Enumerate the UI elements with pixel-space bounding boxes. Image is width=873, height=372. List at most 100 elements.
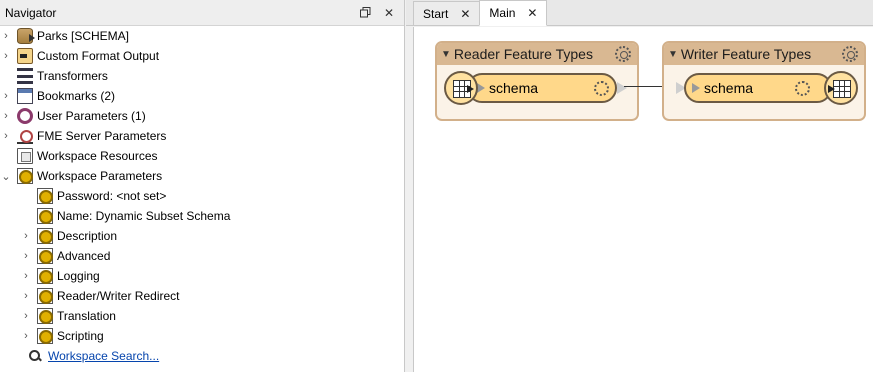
bookmark-header[interactable]: ▼ Reader Feature Types [437,43,637,65]
custom-format-icon [17,48,33,64]
chevron-right-icon[interactable]: › [20,246,32,266]
restore-icon[interactable] [356,4,374,22]
tree-item-parks-schema[interactable]: › Parks [SCHEMA] [0,26,404,46]
chevron-right-icon[interactable]: › [20,266,32,286]
document-tabs: Start ✕ Main ✕ [406,0,873,26]
chevron-right-icon[interactable]: › [20,286,32,306]
tree-item-label: Advanced [57,249,111,263]
workspace-parameter-icon [37,208,53,224]
tree-item-label: Transformers [37,69,108,83]
writer-feature-type-node[interactable]: schema [684,73,832,103]
bookmark-title: Reader Feature Types [453,46,593,62]
writer-icon[interactable] [824,71,858,105]
bookmark-icon [17,88,33,104]
tab-start[interactable]: Start ✕ [413,1,481,25]
tab-main[interactable]: Main ✕ [479,0,548,26]
tab-close-button[interactable]: ✕ [460,7,470,21]
tree-item-label: Custom Format Output [37,49,160,63]
tree-item-scripting[interactable]: › Scripting [0,326,404,346]
tree-item-label: Translation [57,309,116,323]
workspace-parameter-icon [37,268,53,284]
reader-icon[interactable] [444,71,478,105]
tree-item-password[interactable]: Password: <not set> [0,186,404,206]
chevron-right-icon[interactable]: › [0,106,12,126]
gear-icon[interactable] [795,80,810,96]
gear-icon[interactable] [594,80,609,96]
chevron-right-icon[interactable]: › [0,46,12,66]
tab-label: Main [489,6,516,20]
collapse-triangle-icon[interactable]: ▼ [441,49,451,60]
writer-feature-types-bookmark[interactable]: ▼ Writer Feature Types schema [662,41,866,121]
navigator-title: Navigator [5,5,57,20]
workspace-search-row[interactable]: Workspace Search... [0,346,404,366]
tree-item-label: Password: <not set> [57,189,167,203]
tree-item-logging[interactable]: › Logging [0,266,404,286]
resources-icon [17,148,33,164]
chevron-down-icon[interactable]: ⌄ [0,166,12,186]
tree-item-label: Reader/Writer Redirect [57,289,180,303]
chevron-right-icon[interactable]: › [0,86,12,106]
tree-item-custom-format-output[interactable]: › Custom Format Output [0,46,404,66]
reader-feature-type-node[interactable]: schema [467,73,617,103]
workspace-parameter-icon [17,168,33,184]
tree-item-workspace-parameters[interactable]: ⌄ Workspace Parameters [0,166,404,186]
tree-item-label: Logging [57,269,100,283]
tree-item-description[interactable]: › Description [0,226,404,246]
workspace-parameter-icon [37,188,53,204]
tree-item-label: Workspace Parameters [37,169,163,183]
tree-item-fme-server-parameters[interactable]: › FME Server Parameters [0,126,404,146]
main-area: Start ✕ Main ✕ ▼ Reader Feature Types sc… [406,0,873,372]
feature-type-name: schema [489,80,539,96]
chevron-right-icon[interactable]: › [0,126,12,146]
input-port-icon [692,83,700,93]
tree-item-label: Description [57,229,118,243]
tree-item-name[interactable]: Name: Dynamic Subset Schema [0,206,404,226]
gear-icon [17,108,33,124]
tree-item-workspace-resources[interactable]: Workspace Resources [0,146,404,166]
tree-item-label: Workspace Resources [37,149,158,163]
navigator-header: Navigator ✕ [0,0,404,26]
gear-icon[interactable] [615,46,631,62]
reader-dataset-icon [17,28,35,44]
fme-server-icon [17,128,33,144]
reader-feature-types-bookmark[interactable]: ▼ Reader Feature Types schema [435,41,639,121]
navigator-panel: Navigator ✕ › Parks [SCHEMA] › Custom Fo… [0,0,405,372]
tree-item-label: FME Server Parameters [37,129,167,143]
input-port-icon [477,83,485,93]
collapse-triangle-icon[interactable]: ▼ [668,49,678,60]
workspace-search-link[interactable]: Workspace Search... [48,349,159,363]
navigator-close-button[interactable]: ✕ [380,4,398,22]
chevron-right-icon[interactable]: › [20,326,32,346]
workspace-parameter-icon [37,248,53,264]
tree-item-translation[interactable]: › Translation [0,306,404,326]
gear-icon[interactable] [842,46,858,62]
tree-item-reader-writer-redirect[interactable]: › Reader/Writer Redirect [0,286,404,306]
tab-close-button[interactable]: ✕ [527,6,537,20]
workspace-parameter-icon [37,288,53,304]
chevron-right-icon[interactable]: › [0,26,12,46]
tree-item-transformers[interactable]: Transformers [0,66,404,86]
tree-item-user-parameters[interactable]: › User Parameters (1) [0,106,404,126]
workspace-parameter-icon [37,308,53,324]
tree-item-label: Scripting [57,329,104,343]
chevron-right-icon[interactable]: › [20,226,32,246]
app-root: Navigator ✕ › Parks [SCHEMA] › Custom Fo… [0,0,873,372]
navigator-tree: › Parks [SCHEMA] › Custom Format Output … [0,26,404,366]
bookmark-header[interactable]: ▼ Writer Feature Types [664,43,864,65]
search-icon [28,349,42,363]
tree-item-bookmarks[interactable]: › Bookmarks (2) [0,86,404,106]
tab-label: Start [423,6,449,21]
feature-type-name: schema [704,80,754,96]
tree-item-label: Parks [SCHEMA] [37,29,130,43]
tree-item-label: Bookmarks (2) [37,89,116,103]
workspace-canvas[interactable]: ▼ Reader Feature Types schema ▼ Writer F… [413,27,873,372]
chevron-right-icon[interactable]: › [20,306,32,326]
tree-item-label: Name: Dynamic Subset Schema [57,209,231,223]
output-port-icon[interactable] [617,82,627,94]
workspace-parameter-icon [37,328,53,344]
bookmark-title: Writer Feature Types [680,46,812,62]
tree-item-advanced[interactable]: › Advanced [0,246,404,266]
tree-item-label: User Parameters (1) [37,109,146,123]
workspace-parameter-icon [37,228,53,244]
transformers-icon [17,68,33,84]
